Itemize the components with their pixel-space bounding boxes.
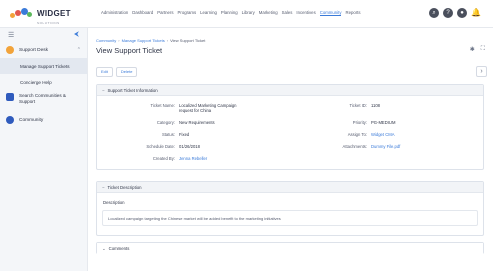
nav-dashboard[interactable]: Dashboard: [132, 10, 153, 16]
field-priority: Priority: PG-MEDIUM: [317, 120, 396, 125]
assign-to-label: Assign To:: [347, 132, 367, 137]
field-assign-to: Assign To: Widget CMA: [317, 132, 395, 137]
comments-card: ⌄ Comments: [96, 242, 484, 254]
attachments-label: Attachments:: [342, 144, 367, 149]
nav-sales[interactable]: Sales: [282, 10, 293, 16]
ticket-description-title: Ticket Description: [107, 185, 142, 190]
sidebar-item-label: Search Communities & Support: [19, 93, 66, 104]
field-category: Category: New Requirements: [107, 120, 215, 125]
menu-icon[interactable]: ☰: [8, 31, 14, 39]
comments-title: Comments: [108, 246, 130, 251]
main-content: Community › Manage Support Tickets › View Su…: [88, 28, 493, 271]
sidebar-item-search-communities[interactable]: Search Communities & Support: [0, 90, 87, 112]
assign-to-link[interactable]: Widget CMA: [371, 132, 395, 137]
logo-mark-icon: [10, 7, 34, 21]
delete-button[interactable]: Delete: [115, 67, 138, 77]
chevron-up-icon[interactable]: ⌃: [77, 47, 81, 53]
brand-sub: SOLUTIONS: [37, 21, 60, 25]
pin-icon[interactable]: ✱: [470, 46, 475, 53]
chevron-right-icon[interactable]: ›: [476, 66, 487, 77]
collapse-icon[interactable]: −: [102, 185, 105, 190]
expand-chevron-icon[interactable]: ⌄: [102, 246, 106, 251]
pin-icon[interactable]: ⮜: [74, 31, 79, 39]
sidebar-item-label: Community: [19, 117, 44, 123]
brand-logo[interactable]: WIDGET SOLUTIONS: [10, 6, 90, 25]
collapse-icon[interactable]: −: [102, 88, 105, 93]
ticket-info-card: − Support Ticket Information Ticket Name:…: [96, 84, 484, 170]
nav-community[interactable]: Community: [319, 10, 342, 16]
action-buttons: Edit Delete: [96, 67, 138, 77]
sidebar-item-manage-support-tickets[interactable]: Manage Support Tickets: [0, 58, 87, 74]
breadcrumb-community[interactable]: Community: [96, 38, 116, 43]
search-icon[interactable]: ⌕: [429, 8, 439, 18]
description-label: Description: [103, 200, 125, 205]
nav-programs[interactable]: Programs: [178, 10, 197, 16]
nav-marketing[interactable]: Marketing: [259, 10, 278, 16]
nav-learning[interactable]: Learning: [200, 10, 217, 16]
page-title: View Support Ticket: [96, 46, 163, 55]
field-attachments: Attachments: Dummy File.pdf: [317, 144, 401, 149]
ticket-id-label: Ticket ID:: [349, 103, 367, 108]
comments-header[interactable]: ⌄ Comments: [97, 243, 483, 254]
description-box: Localized campaign targeting the Chinese…: [102, 210, 478, 226]
schedule-label: Schedule Date:: [146, 144, 175, 149]
top-icons: ⌕ ? ● 🔔: [429, 8, 481, 18]
priority-value: PG-MEDIUM: [371, 120, 396, 125]
schedule-value: 01/26/2018: [179, 144, 200, 149]
sidebar-item-concierge-help[interactable]: Concierge Help: [0, 74, 87, 90]
ticket-name-label: Ticket Name:: [150, 103, 175, 108]
nav-planning[interactable]: Planning: [221, 10, 238, 16]
field-schedule-date: Schedule Date: 01/26/2018: [107, 144, 200, 149]
category-label: Category:: [156, 120, 175, 125]
edit-button[interactable]: Edit: [96, 67, 113, 77]
support-desk-icon: [6, 46, 14, 54]
brand-name: WIDGET: [37, 9, 71, 18]
ticket-description-header[interactable]: − Ticket Description: [97, 182, 483, 193]
title-icons: ✱ ⛶: [470, 46, 485, 53]
community-icon: [6, 116, 14, 124]
category-value: New Requirements: [179, 120, 215, 125]
breadcrumb-manage-support-tickets[interactable]: Manage Support Tickets: [122, 38, 165, 43]
nav-library[interactable]: Library: [242, 10, 255, 16]
sidebar-group-support-desk[interactable]: Support Desk ⌃: [0, 42, 87, 58]
sidebar-header: ☰ ⮜: [0, 28, 87, 42]
status-label: Status:: [161, 132, 175, 137]
user-icon[interactable]: ●: [457, 8, 467, 18]
nav-reports[interactable]: Reports: [345, 10, 360, 16]
search-communities-icon: [6, 93, 14, 101]
breadcrumb-current: View Support Ticket: [170, 38, 206, 43]
ticket-id-value: 1108: [371, 103, 381, 108]
nav-administration[interactable]: Administration: [101, 10, 128, 16]
bell-icon[interactable]: 🔔: [471, 8, 481, 18]
sidebar-item-community[interactable]: Community: [0, 112, 87, 128]
ticket-info-title: Support Ticket Information: [107, 88, 158, 93]
nav-partners[interactable]: Partners: [157, 10, 173, 16]
ticket-info-header[interactable]: − Support Ticket Information: [97, 85, 483, 96]
expand-icon[interactable]: ⛶: [481, 46, 485, 53]
breadcrumb: Community › Manage Support Tickets › View Su…: [96, 38, 206, 43]
field-ticket-name: Ticket Name: Localized Marketing Campaign…: [107, 103, 245, 113]
sidebar-group-label: Support Desk: [19, 47, 49, 53]
field-created-by: Created By: Jenna Rebeller: [107, 156, 207, 161]
nav-incentives[interactable]: Incentives: [296, 10, 315, 16]
field-status: Status: Fixed: [107, 132, 189, 137]
main-nav: Administration Dashboard Partners Progra…: [101, 10, 361, 16]
field-ticket-id: Ticket ID: 1108: [317, 103, 380, 108]
ticket-description-card: − Ticket Description Description Localize…: [96, 181, 484, 236]
created-by-link[interactable]: Jenna Rebeller: [179, 156, 207, 161]
created-by-label: Created By:: [152, 156, 175, 161]
top-bar: WIDGET SOLUTIONS Administration Dashboar…: [0, 0, 493, 28]
priority-label: Priority:: [352, 120, 367, 125]
attachment-link[interactable]: Dummy File.pdf: [371, 144, 400, 149]
ticket-name-value: Localized Marketing Campaign request for…: [179, 103, 237, 113]
help-icon[interactable]: ?: [443, 8, 453, 18]
sidebar: ☰ ⮜ Support Desk ⌃ Manage Support Ticket…: [0, 28, 88, 271]
status-value: Fixed: [179, 132, 190, 137]
